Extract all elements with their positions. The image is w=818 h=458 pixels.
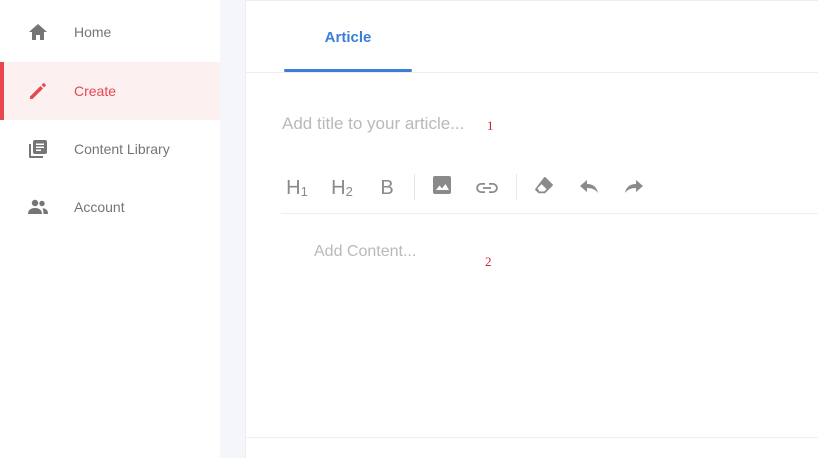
sidebar-item-label: Account [74,199,125,215]
undo-icon [579,177,599,200]
sidebar-item-label: Create [74,83,117,99]
divider [246,437,818,438]
heading-2-level: 2 [345,183,353,199]
pencil-icon [27,80,49,102]
divider [281,213,818,214]
heading-2-button[interactable]: H2 [326,169,358,207]
tab-article[interactable]: Article [284,1,412,73]
undo-button[interactable] [573,169,605,207]
heading-2-letter: H [331,176,346,199]
sidebar-item-label: Content Library [74,141,170,157]
toolbar-separator [414,174,415,200]
eraser-icon [534,176,554,200]
clear-format-button[interactable] [528,169,560,207]
insert-image-button[interactable] [426,169,458,207]
people-icon [27,196,49,218]
annotation-marker: 2 [485,254,492,269]
sidebar-item-create[interactable]: Create [0,62,220,120]
annotation-marker: 1 [487,118,494,133]
heading-1-level: 1 [300,183,308,199]
toolbar-separator [516,174,517,200]
sidebar-item-label: Home [74,24,112,40]
editor-panel: Article 1 H1 H2 B [245,0,818,458]
editor-toolbar: H1 H2 B [281,169,818,209]
redo-button[interactable] [618,169,650,207]
bold-label: B [380,176,394,199]
article-content-input[interactable] [314,243,794,413]
bold-button[interactable]: B [371,169,403,207]
sidebar: Home Create Content Library Account [0,0,220,458]
home-icon [27,21,49,43]
redo-icon [624,177,644,200]
heading-1-letter: H [286,176,301,199]
heading-1-button[interactable]: H1 [281,169,313,207]
insert-link-button[interactable] [471,169,503,207]
article-title-input[interactable] [282,109,522,139]
library-icon [27,138,49,160]
link-icon [476,177,498,200]
sidebar-item-home[interactable]: Home [0,3,220,61]
sidebar-item-content-library[interactable]: Content Library [0,120,220,178]
sidebar-item-account[interactable]: Account [0,178,220,236]
divider [246,72,818,73]
image-icon [433,176,451,200]
